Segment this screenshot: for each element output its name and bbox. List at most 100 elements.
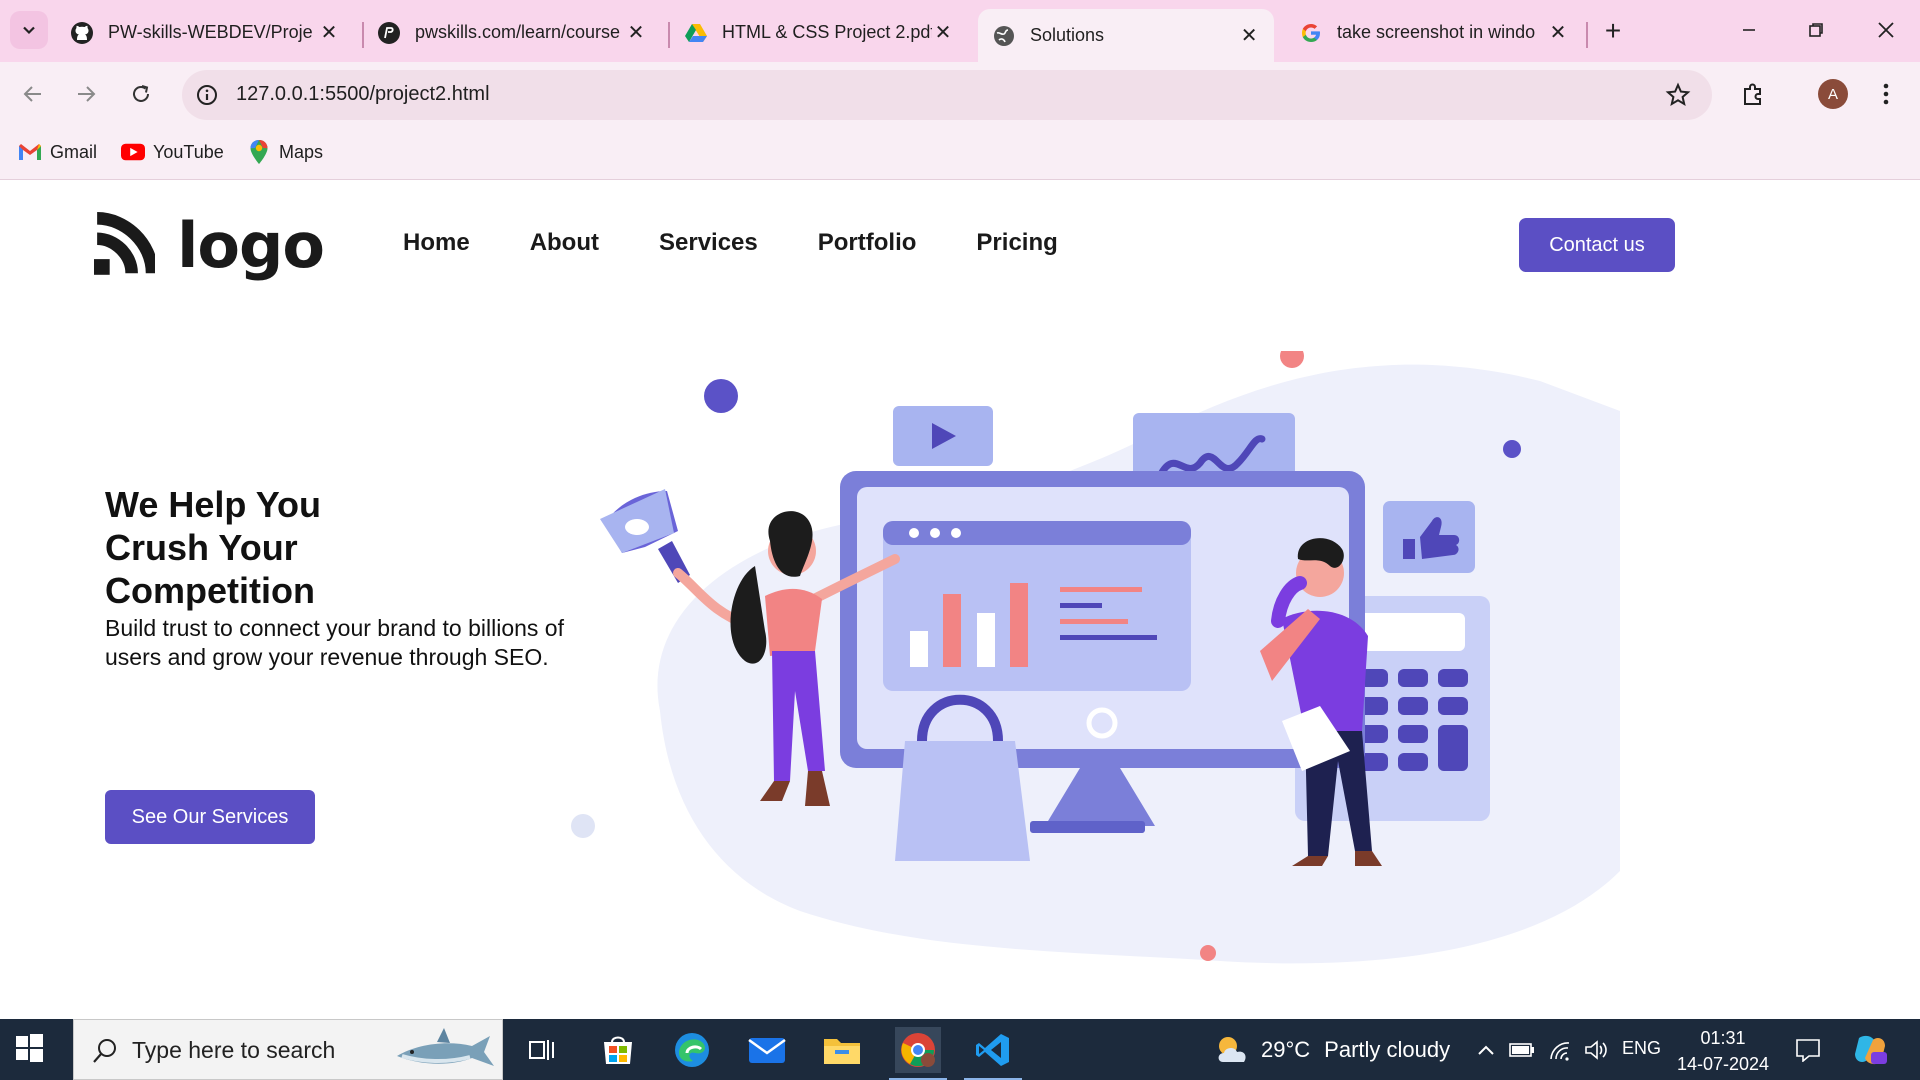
nav-services[interactable]: Services: [659, 229, 758, 257]
reload-button[interactable]: [123, 76, 159, 112]
browser-tab-bar: PW-skills-WEBDEV/Proje ✕ pwskills.com/le…: [0, 0, 1920, 62]
browser-tab[interactable]: take screenshot in windo ✕: [1285, 9, 1583, 56]
close-window-button[interactable]: [1863, 10, 1909, 50]
main-nav: Home About Services Portfolio Pricing: [403, 229, 1118, 257]
mail-icon: [748, 1038, 786, 1063]
web-page: logo Home About Services Portfolio Prici…: [0, 181, 1920, 1019]
forward-button[interactable]: [68, 76, 104, 112]
globe-icon: [992, 24, 1016, 48]
file-explorer-app[interactable]: [819, 1027, 865, 1073]
shark-search-highlight-icon: [397, 1028, 494, 1066]
wifi-icon[interactable]: [1546, 1038, 1574, 1062]
arrow-right-icon: [78, 86, 96, 102]
copilot-icon[interactable]: [1852, 1033, 1888, 1067]
more-vertical-icon: [1883, 83, 1889, 105]
minimize-icon: [1743, 29, 1755, 31]
nav-about[interactable]: About: [530, 229, 599, 257]
windows-start-button[interactable]: [14, 1033, 48, 1067]
see-services-button[interactable]: See Our Services: [105, 790, 315, 844]
bookmark-label: Gmail: [50, 141, 98, 162]
close-icon[interactable]: ✕: [1238, 25, 1260, 47]
arrow-left-icon: [23, 86, 41, 102]
battery-icon[interactable]: [1508, 1038, 1536, 1062]
google-icon: [1299, 21, 1323, 45]
search-icon: [93, 1039, 116, 1063]
taskbar-search-box[interactable]: Type here to search: [73, 1019, 503, 1080]
tab-title: Solutions: [1030, 25, 1105, 45]
tab-title: take screenshot in windo: [1337, 22, 1536, 42]
clock-date: 14-07-2024: [1676, 1054, 1770, 1074]
weather-widget[interactable]: 29°C Partly cloudy: [1213, 1031, 1450, 1069]
url-text[interactable]: 127.0.0.1:5500/project2.html: [236, 83, 490, 106]
bookmark-maps[interactable]: Maps: [247, 138, 323, 166]
profile-avatar[interactable]: A: [1818, 79, 1848, 109]
browser-menu-button[interactable]: [1868, 76, 1904, 112]
new-tab-button[interactable]: +: [1596, 14, 1630, 48]
hero-illustration: [571, 351, 1620, 964]
site-info-icon[interactable]: [194, 82, 220, 108]
close-icon[interactable]: ✕: [318, 22, 340, 44]
maps-icon: [247, 140, 271, 164]
site-logo[interactable]: logo: [94, 205, 325, 285]
address-bar[interactable]: 127.0.0.1:5500/project2.html: [182, 70, 1712, 120]
search-placeholder: Type here to search: [132, 1037, 336, 1063]
volume-icon[interactable]: [1582, 1038, 1610, 1062]
tab-title: HTML & CSS Project 2.pdf: [722, 22, 932, 42]
restore-icon: [1809, 23, 1823, 37]
task-view-icon: [529, 1040, 554, 1060]
browser-tab[interactable]: pwskills.com/learn/course ✕: [363, 9, 661, 56]
windows-taskbar: Type here to search 29°C Partly cloudy E…: [0, 1019, 1920, 1080]
clock-time: 01:31: [1700, 1028, 1746, 1048]
folder-icon: [824, 1039, 860, 1064]
github-icon: [70, 21, 94, 45]
notifications-icon[interactable]: [1793, 1038, 1823, 1062]
nav-pricing[interactable]: Pricing: [976, 229, 1057, 257]
browser-tab[interactable]: HTML & CSS Project 2.pdf ✕: [670, 9, 968, 56]
edge-app[interactable]: [669, 1027, 715, 1073]
task-view-button[interactable]: [519, 1027, 565, 1073]
bookmark-gmail[interactable]: Gmail: [18, 138, 97, 166]
close-icon[interactable]: ✕: [932, 22, 954, 44]
minimize-button[interactable]: [1726, 10, 1772, 50]
weather-condition: Partly cloudy: [1324, 1037, 1451, 1062]
nav-portfolio[interactable]: Portfolio: [818, 229, 917, 257]
system-clock[interactable]: 01:31 14-07-2024: [1673, 1025, 1773, 1077]
tab-separator: [1586, 22, 1588, 48]
browser-toolbar: 127.0.0.1:5500/project2.html A: [0, 62, 1920, 126]
contact-us-button[interactable]: Contact us: [1519, 218, 1675, 272]
logo-text: logo: [177, 208, 325, 282]
youtube-icon: [121, 140, 145, 164]
tab-search-button[interactable]: [10, 11, 48, 49]
mail-app[interactable]: [744, 1027, 790, 1073]
weather-temp: 29°C: [1261, 1037, 1311, 1062]
vscode-app[interactable]: [964, 1027, 1022, 1080]
edge-icon: [675, 1033, 709, 1067]
nav-home[interactable]: Home: [403, 229, 470, 257]
extensions-button[interactable]: [1735, 76, 1771, 112]
bookmark-label: Maps: [279, 141, 324, 162]
microsoft-store-app[interactable]: [595, 1027, 641, 1073]
tab-title: pwskills.com/learn/course: [415, 22, 621, 42]
chevron-down-icon: [23, 26, 35, 35]
browser-tab-active[interactable]: Solutions ✕: [978, 9, 1274, 62]
partly-cloudy-icon: [1218, 1037, 1246, 1062]
close-icon[interactable]: ✕: [1547, 22, 1569, 44]
reload-icon: [133, 85, 149, 102]
language-indicator[interactable]: ENG: [1622, 1038, 1661, 1059]
browser-tab[interactable]: PW-skills-WEBDEV/Proje ✕: [56, 9, 354, 56]
bookmark-youtube[interactable]: YouTube: [121, 138, 224, 166]
logo-signal-icon: [94, 212, 156, 275]
back-button[interactable]: [15, 76, 51, 112]
restore-button[interactable]: [1793, 10, 1839, 50]
hidden-icons-chevron-icon[interactable]: [1474, 1038, 1498, 1062]
chrome-app[interactable]: [889, 1027, 947, 1080]
gmail-icon: [18, 140, 42, 164]
google-drive-icon: [684, 21, 708, 45]
pwskills-icon: [377, 21, 401, 45]
puzzle-icon: [1744, 83, 1761, 105]
bookmark-star-icon[interactable]: [1664, 81, 1692, 109]
close-icon: [1878, 22, 1894, 38]
bookmark-label: YouTube: [153, 141, 224, 162]
vscode-icon: [976, 1034, 1009, 1066]
close-icon[interactable]: ✕: [625, 22, 647, 44]
